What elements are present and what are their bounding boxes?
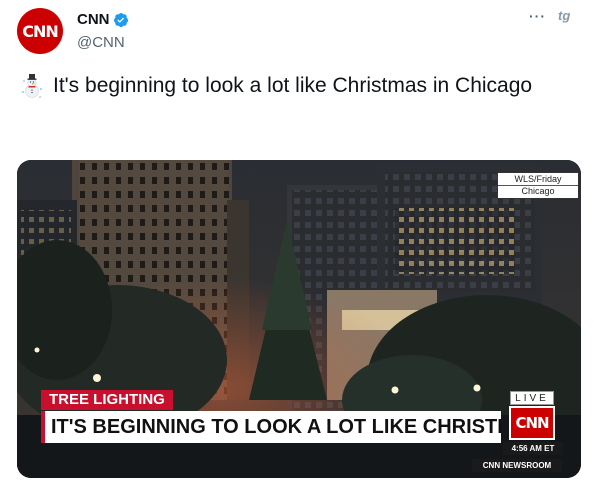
author-name-row: CNN	[77, 11, 129, 28]
avatar-logo: CNN	[22, 21, 59, 41]
station-credit-location: Chicago	[498, 185, 578, 198]
station-credit: WLS/Friday Chicago	[497, 172, 579, 199]
display-name[interactable]: CNN	[77, 11, 110, 28]
program-name: CNN NEWSROOM	[472, 459, 562, 472]
cnn-logo-icon: CNN	[509, 406, 555, 440]
chyron-headline: IT'S BEGINNING TO LOOK A LOT LIKE CHRIST…	[41, 411, 501, 443]
segment-tag: TREE LIGHTING	[41, 390, 173, 410]
tweet-text-row: It's beginning to look a lot like Christ…	[20, 72, 532, 100]
avatar[interactable]: CNN	[17, 8, 63, 54]
author-handle[interactable]: @CNN	[77, 34, 125, 51]
tweet-text: It's beginning to look a lot like Christ…	[53, 74, 533, 97]
tweet-header: CNN CNN @CNN ··· tg	[0, 0, 593, 60]
verified-badge-icon	[113, 12, 128, 27]
snowman-icon	[22, 74, 42, 98]
station-credit-source: WLS/Friday	[514, 174, 562, 184]
video-media[interactable]: WLS/Friday Chicago TREE LIGHTING IT'S BE…	[17, 160, 581, 478]
more-options-icon[interactable]: ···	[529, 8, 546, 24]
broadcast-time: 4:56 AM ET	[503, 442, 563, 455]
lower-third: TREE LIGHTING IT'S BEGINNING TO LOOK A L…	[17, 386, 581, 478]
cnn-logo-text: CNN	[515, 414, 549, 432]
live-badge: LIVE	[510, 391, 554, 405]
brand-mark-icon: tg	[558, 8, 571, 23]
